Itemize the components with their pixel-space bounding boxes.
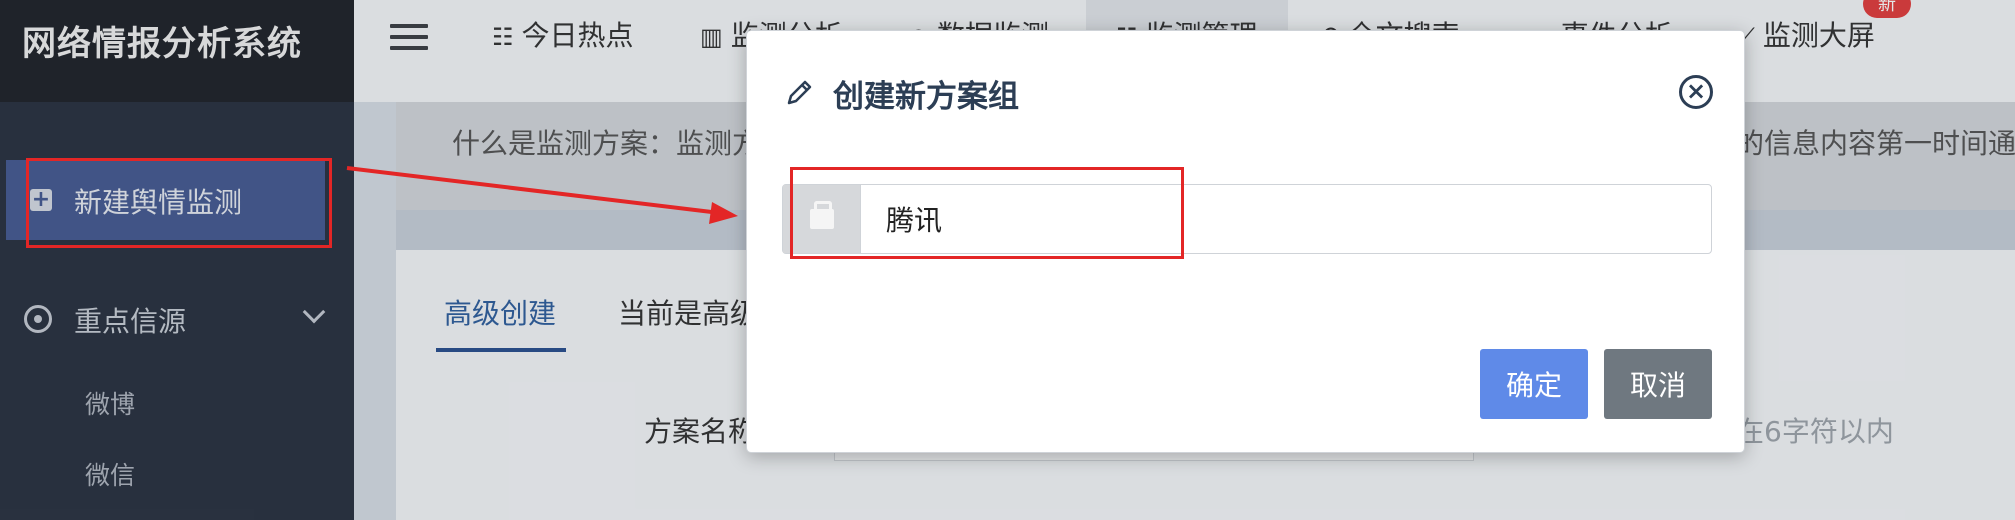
annotation-box-input: [790, 167, 1184, 259]
cancel-button[interactable]: 取消: [1604, 349, 1712, 419]
annotation-box-sidebar: [26, 158, 332, 248]
dialog-title: 创建新方案组: [833, 79, 1019, 115]
confirm-button[interactable]: 确定: [1480, 349, 1588, 419]
pencil-icon: [787, 80, 812, 105]
close-icon[interactable]: ×: [1679, 75, 1713, 109]
